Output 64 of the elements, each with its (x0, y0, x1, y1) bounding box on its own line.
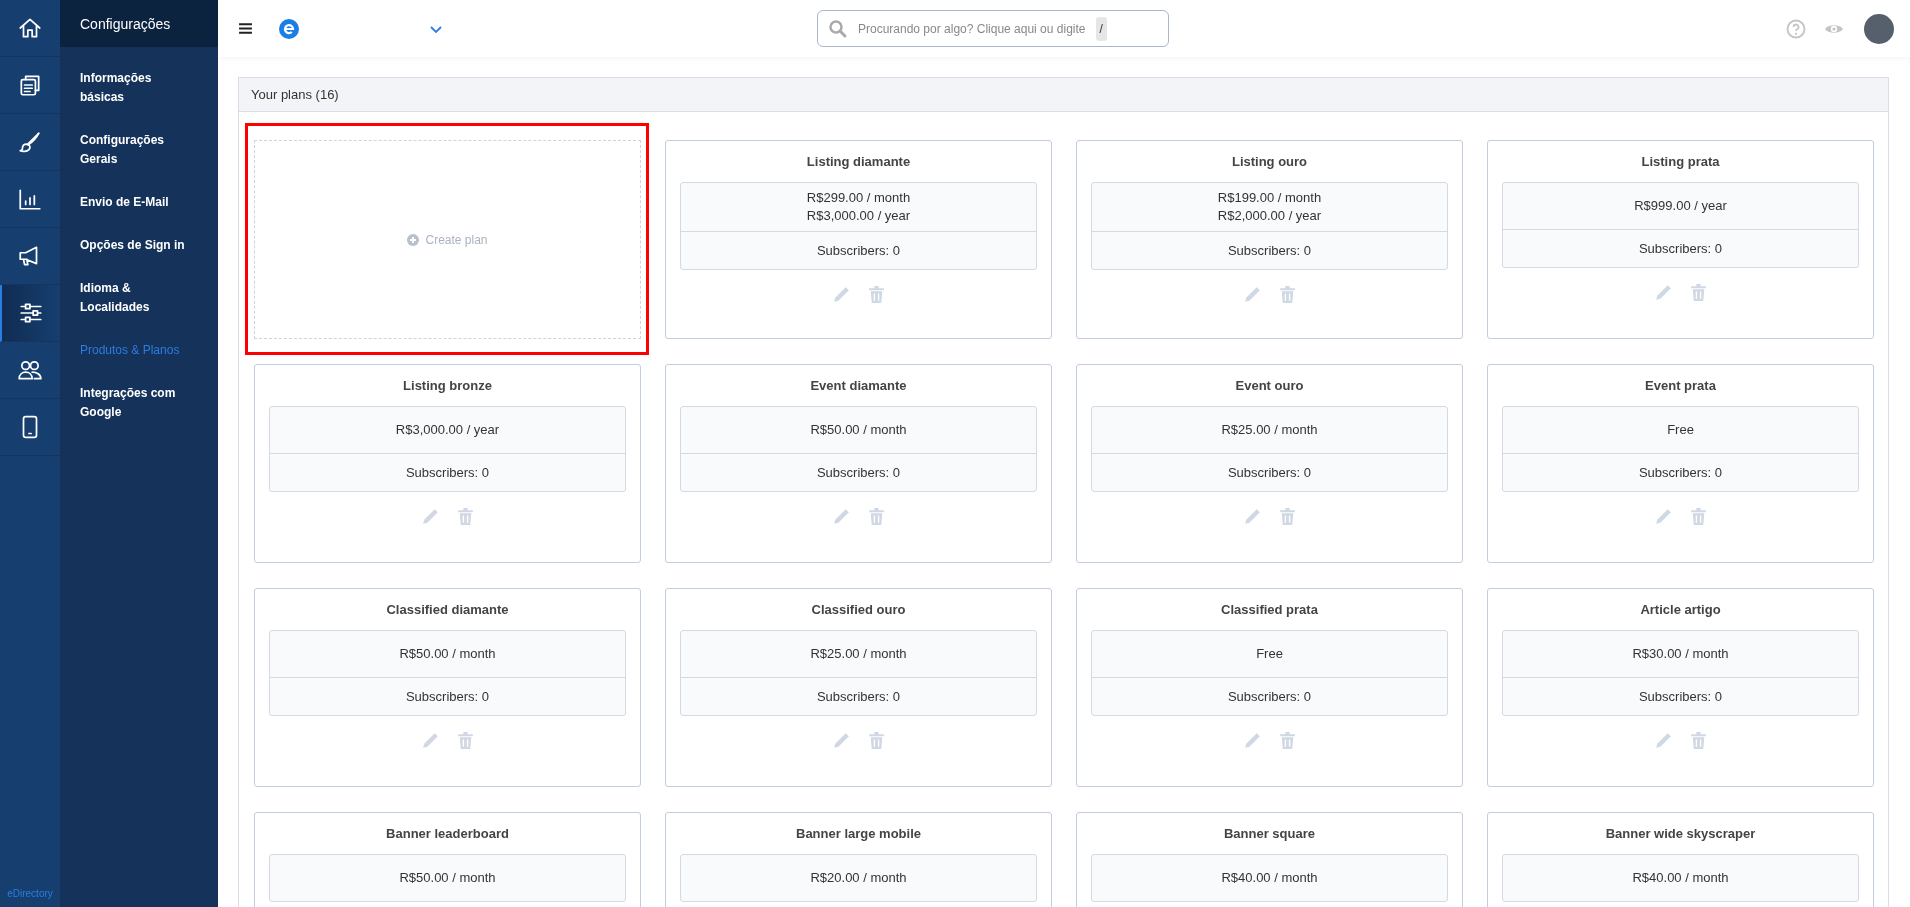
plan-price: R$25.00 / month (810, 646, 907, 662)
submenu-item[interactable]: Envio de E-Mail (60, 181, 218, 224)
documents-icon (17, 72, 43, 98)
plan-price: R$20.00 / month (810, 870, 907, 886)
menu-icon[interactable] (238, 21, 253, 36)
help-icon[interactable] (1786, 18, 1806, 39)
subscriber-count: Subscribers: 0 (1503, 229, 1858, 267)
submenu-item[interactable]: Integrações com Google (60, 372, 218, 434)
subscriber-count: Subscribers: 0 (1092, 677, 1447, 715)
avatar[interactable] (1864, 13, 1894, 44)
plan-price: R$50.00 / month (399, 646, 496, 662)
subscriber-count: Subscribers: 0 (681, 453, 1036, 491)
plan-name: Classified ouro (811, 602, 906, 617)
panel-title: Your plans (16) (239, 78, 1888, 112)
subscriber-count: Subscribers: 0 (1503, 453, 1858, 491)
plan-price: R$30.00 / month (1632, 646, 1729, 662)
submenu-item[interactable]: Idioma & Localidades (60, 267, 218, 329)
plan-price: R$299.00 / month (806, 190, 911, 206)
keyboard-key: / (1095, 16, 1107, 41)
plan-name: Listing bronze (403, 378, 492, 393)
brand-name: eDirectory (6, 888, 54, 901)
plan-name: Event prata (1645, 378, 1716, 393)
plan-name: Classified diamante (386, 602, 509, 617)
subscriber-count: Subscribers: 0 (270, 453, 625, 491)
subscriber-count: Subscribers: 0 (270, 677, 625, 715)
plan-price: Free (1667, 422, 1694, 438)
nav-item[interactable] (0, 285, 60, 342)
search-field[interactable]: Procurando por algo? Clique aqui ou digite / (817, 10, 1169, 47)
subscriber-count: Subscribers: 0 (1092, 453, 1447, 491)
sliders-icon (18, 300, 44, 326)
plan-price: R$2,000.00 / year (1217, 208, 1322, 224)
plan-price: R$40.00 / month (1632, 870, 1729, 886)
submenu-title: Configurações (60, 0, 218, 47)
plan-name: Event ouro (1235, 378, 1304, 393)
plan-price: R$199.00 / month (1217, 190, 1322, 206)
search-placeholder: Procurando por algo? Clique aqui ou digite (858, 21, 1086, 36)
plan-name: Banner square (1223, 826, 1315, 841)
submenu-item[interactable]: Configurações Gerais (60, 119, 218, 181)
plan-name: Event diamante (810, 378, 907, 393)
logo-icon[interactable] (279, 18, 299, 39)
plan-name: Article artigo (1640, 602, 1721, 617)
plan-price: R$50.00 / month (810, 422, 907, 438)
plan-price: R$25.00 / month (1221, 422, 1318, 438)
plan-name: Listing prata (1641, 154, 1720, 169)
plus-circle-icon (407, 233, 420, 246)
search-icon (828, 18, 848, 39)
subscriber-count: Subscribers: 0 (1503, 677, 1858, 715)
plan-price: Free (1256, 646, 1283, 662)
plan-price: R$50.00 / month (399, 870, 496, 886)
plan-price: R$40.00 / month (1221, 870, 1318, 886)
plan-name: Classified prata (1221, 602, 1318, 617)
subscriber-count: Subscribers: 0 (681, 677, 1036, 715)
subscriber-count: Subscribers: 0 (1092, 231, 1447, 269)
submenu-item[interactable]: Opções de Sign in (60, 224, 218, 267)
plan-name: Banner large mobile (796, 826, 921, 841)
plan-name: Banner leaderboard (386, 826, 509, 841)
plan-name: Listing diamante (806, 154, 911, 169)
plan-name: Banner wide skyscraper (1605, 826, 1756, 841)
plan-price: R$3,000.00 / year (395, 422, 500, 438)
submenu-item[interactable]: Informações básicas (60, 57, 218, 119)
subscriber-count: Subscribers: 0 (681, 231, 1036, 269)
plan-name: Listing ouro (1231, 154, 1308, 169)
plan-price: R$999.00 / year (1634, 198, 1727, 214)
plan-price: R$3,000.00 / year (806, 208, 911, 224)
